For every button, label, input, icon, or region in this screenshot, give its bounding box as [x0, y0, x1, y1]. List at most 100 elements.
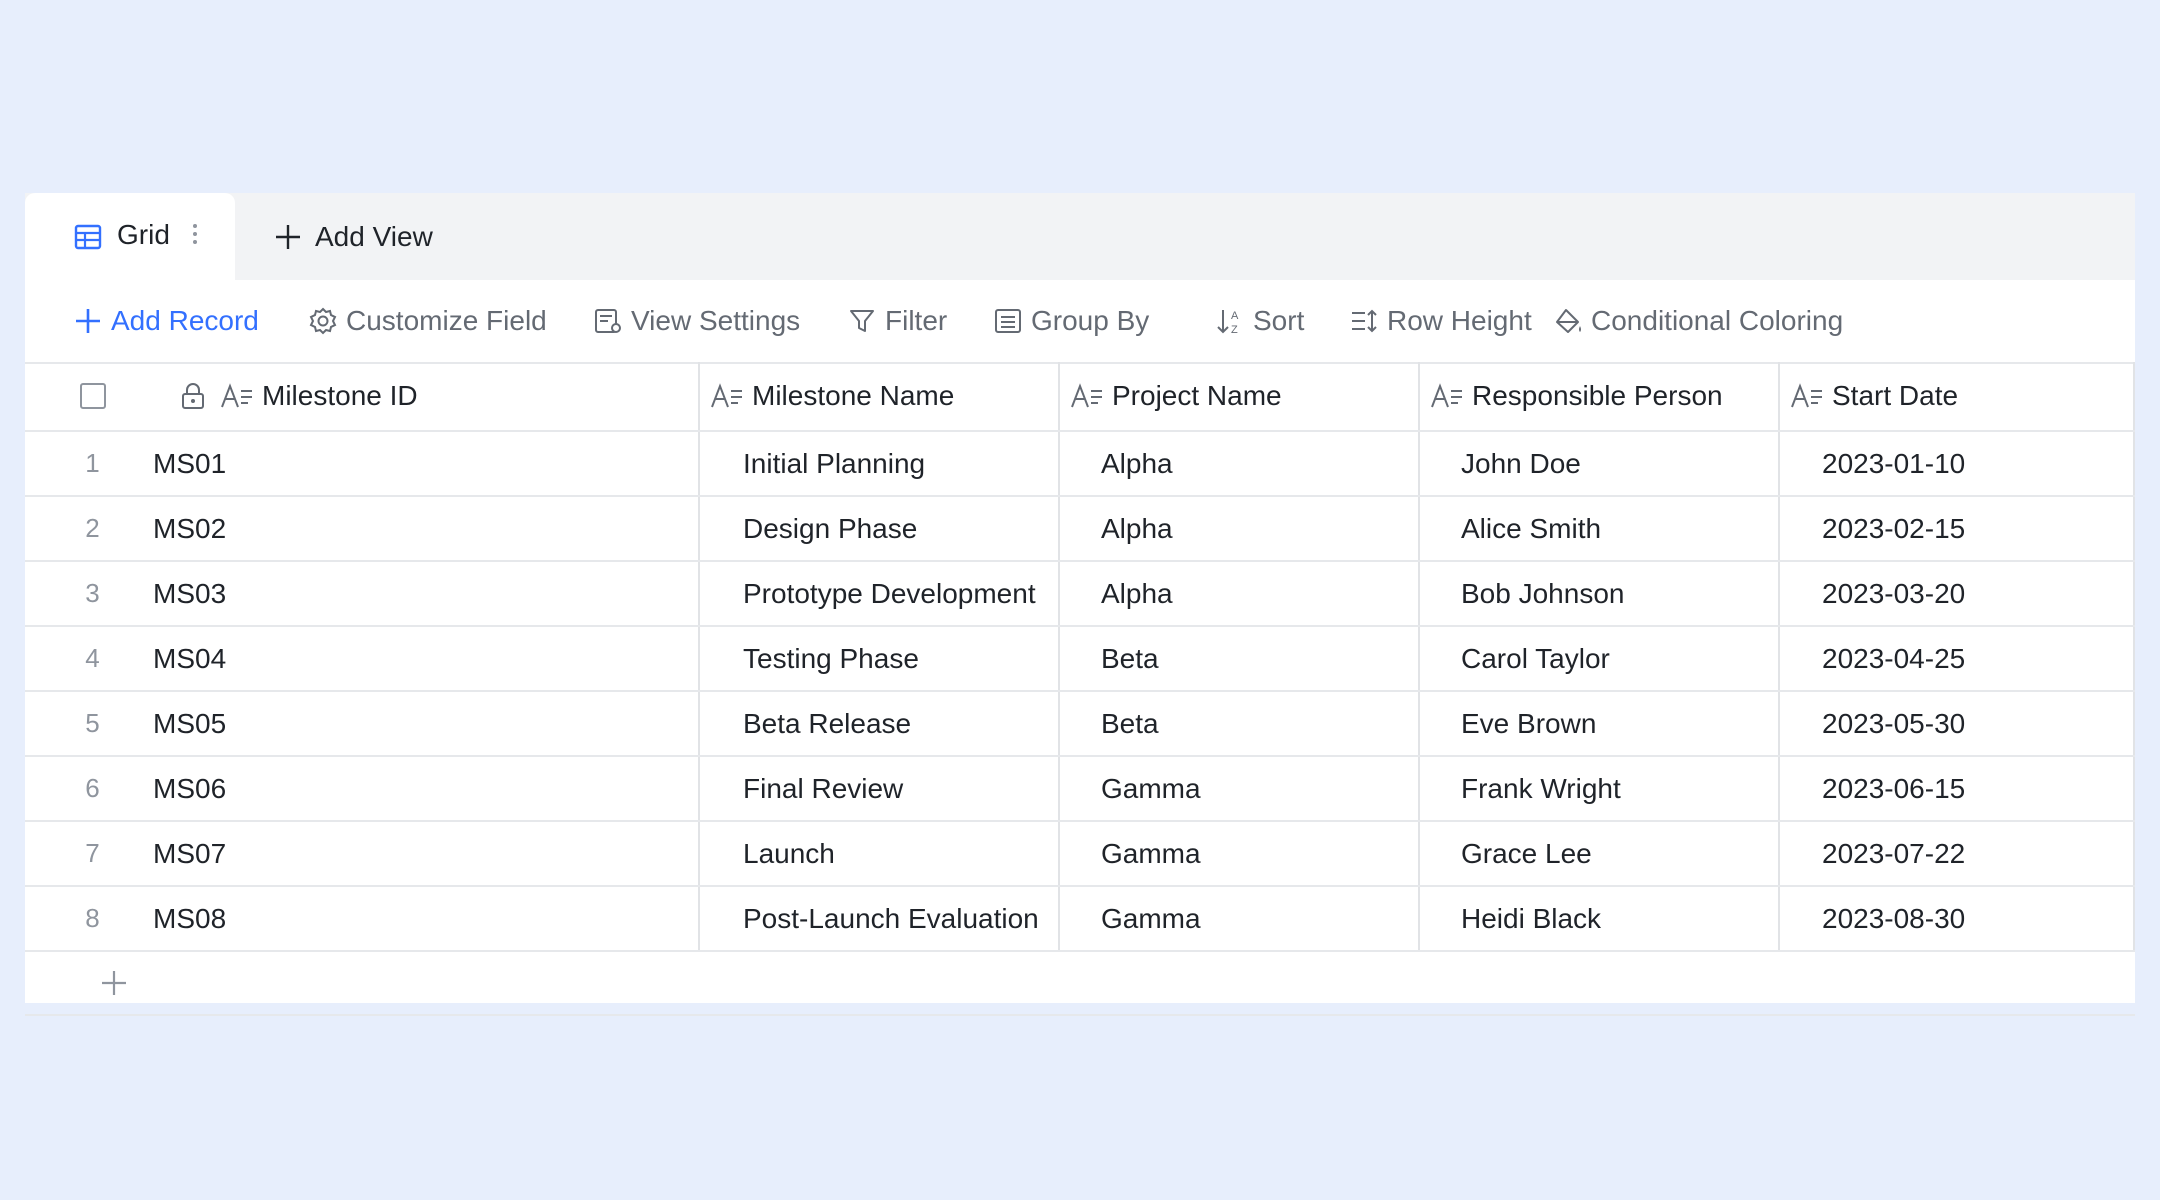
column-header-label: Responsible Person [1472, 380, 1723, 411]
row-number: 5 [85, 708, 100, 738]
add-view-button[interactable]: Add View [273, 217, 433, 257]
add-view-label: Add View [315, 221, 433, 252]
cell-start-date[interactable]: 2023-02-15 [1778, 497, 2135, 560]
toolbar: Add Record Customize Field View Settings… [25, 280, 2135, 364]
cell-start-date[interactable]: 2023-01-10 [1778, 432, 2135, 495]
table-row[interactable]: 7 MS07 Launch Gamma Grace Lee 2023-07-22 [25, 822, 2135, 887]
text-field-icon [1071, 383, 1102, 408]
cell-responsible-person[interactable]: Grace Lee [1418, 822, 1778, 885]
grid-view-panel: Grid Add View Add Record Customize Field… [25, 193, 2135, 1016]
table-row[interactable]: 6 MS06 Final Review Gamma Frank Wright 2… [25, 757, 2135, 822]
svg-text:Z: Z [1231, 324, 1238, 336]
add-record-label: Add Record [111, 305, 259, 336]
tab-grid-label: Grid [117, 219, 170, 250]
cell-milestone-id[interactable]: MS01 [153, 432, 698, 495]
paint-bucket-icon [1556, 309, 1581, 333]
text-field-icon [221, 383, 252, 408]
column-header-start-date[interactable]: Start Date [1778, 362, 2135, 430]
add-record-button[interactable]: Add Record [73, 302, 259, 340]
cell-milestone-name[interactable]: Prototype Development [698, 562, 1058, 625]
cell-start-date[interactable]: 2023-03-20 [1778, 562, 2135, 625]
conditional-coloring-button[interactable]: Conditional Coloring [1553, 302, 1843, 340]
grid-table-icon [74, 224, 102, 250]
conditional-coloring-label: Conditional Coloring [1591, 305, 1844, 336]
cell-milestone-id[interactable]: MS07 [153, 822, 698, 885]
cell-project-name[interactable]: Alpha [1058, 497, 1418, 560]
cell-start-date[interactable]: 2023-07-22 [1778, 822, 2135, 885]
row-number: 7 [85, 838, 100, 868]
cell-responsible-person[interactable]: Alice Smith [1418, 497, 1778, 560]
column-header-label: Milestone ID [262, 380, 418, 411]
row-height-label: Row Height [1387, 305, 1532, 336]
cell-responsible-person[interactable]: Carol Taylor [1418, 627, 1778, 690]
cell-milestone-name[interactable]: Design Phase [698, 497, 1058, 560]
cell-milestone-id[interactable]: MS02 [153, 497, 698, 560]
table-row[interactable]: 1 MS01 Initial Planning Alpha John Doe 2… [25, 432, 2135, 497]
cell-milestone-id[interactable]: MS06 [153, 757, 698, 820]
table-row[interactable]: 3 MS03 Prototype Development Alpha Bob J… [25, 562, 2135, 627]
svg-text:A: A [1231, 310, 1239, 322]
column-header-milestone-name[interactable]: Milestone Name [698, 362, 1058, 430]
row-height-icon [1352, 309, 1377, 333]
column-header-label: Start Date [1832, 380, 1959, 411]
cell-milestone-name[interactable]: Beta Release [698, 692, 1058, 755]
select-all-cell [25, 362, 160, 430]
row-number: 2 [85, 513, 100, 543]
cell-project-name[interactable]: Beta [1058, 692, 1418, 755]
filter-icon [850, 310, 874, 332]
row-number: 4 [85, 643, 100, 673]
cell-responsible-person[interactable]: John Doe [1418, 432, 1778, 495]
cell-milestone-id[interactable]: MS08 [153, 887, 698, 950]
column-header-label: Milestone Name [752, 380, 955, 411]
cell-responsible-person[interactable]: Eve Brown [1418, 692, 1778, 755]
column-header-project-name[interactable]: Project Name [1058, 362, 1418, 430]
filter-label: Filter [885, 305, 948, 336]
cell-milestone-name[interactable]: Initial Planning [698, 432, 1058, 495]
sort-button[interactable]: A Z Sort [1215, 302, 1304, 340]
row-height-button[interactable]: Row Height [1349, 302, 1532, 340]
table-header-row: Milestone ID Milestone Name Project Name… [25, 362, 2135, 432]
cell-milestone-id[interactable]: MS05 [153, 692, 698, 755]
cell-project-name[interactable]: Gamma [1058, 757, 1418, 820]
select-all-checkbox[interactable] [79, 383, 106, 409]
column-header-milestone-id[interactable]: Milestone ID [153, 362, 698, 430]
plus-icon [276, 225, 300, 249]
cell-responsible-person[interactable]: Heidi Black [1418, 887, 1778, 950]
row-number: 3 [85, 578, 100, 608]
tab-grid[interactable]: Grid [25, 193, 235, 280]
row-number: 6 [85, 773, 100, 803]
customize-field-button[interactable]: Customize Field [308, 302, 547, 340]
cell-project-name[interactable]: Alpha [1058, 562, 1418, 625]
cell-milestone-id[interactable]: MS03 [153, 562, 698, 625]
more-vertical-icon[interactable] [190, 219, 200, 249]
table-row[interactable]: 8 MS08 Post-Launch Evaluation Gamma Heid… [25, 887, 2135, 952]
cell-start-date[interactable]: 2023-08-30 [1778, 887, 2135, 950]
cell-responsible-person[interactable]: Bob Johnson [1418, 562, 1778, 625]
cell-start-date[interactable]: 2023-05-30 [1778, 692, 2135, 755]
view-settings-button[interactable]: View Settings [593, 302, 800, 340]
group-by-button[interactable]: Group By [993, 302, 1149, 340]
cell-milestone-name[interactable]: Post-Launch Evaluation [698, 887, 1058, 950]
column-header-responsible-person[interactable]: Responsible Person [1418, 362, 1778, 430]
cell-project-name[interactable]: Gamma [1058, 887, 1418, 950]
view-tab-bar: Grid Add View [25, 193, 2135, 280]
cell-start-date[interactable]: 2023-06-15 [1778, 757, 2135, 820]
table-row[interactable]: 4 MS04 Testing Phase Beta Carol Taylor 2… [25, 627, 2135, 692]
column-header-label: Project Name [1112, 380, 1282, 411]
cell-milestone-id[interactable]: MS04 [153, 627, 698, 690]
cell-milestone-name[interactable]: Testing Phase [698, 627, 1058, 690]
cell-start-date[interactable]: 2023-04-25 [1778, 627, 2135, 690]
filter-button[interactable]: Filter [847, 302, 947, 340]
row-number: 1 [85, 448, 100, 478]
cell-milestone-name[interactable]: Launch [698, 822, 1058, 885]
cell-project-name[interactable]: Gamma [1058, 822, 1418, 885]
add-row-plus-icon[interactable] [99, 968, 129, 998]
cell-project-name[interactable]: Beta [1058, 627, 1418, 690]
table-row[interactable]: 5 MS05 Beta Release Beta Eve Brown 2023-… [25, 692, 2135, 757]
cell-project-name[interactable]: Alpha [1058, 432, 1418, 495]
plus-icon [76, 309, 100, 333]
cell-milestone-name[interactable]: Final Review [698, 757, 1058, 820]
records-table: Milestone ID Milestone Name Project Name… [25, 362, 2135, 1016]
table-row[interactable]: 2 MS02 Design Phase Alpha Alice Smith 20… [25, 497, 2135, 562]
cell-responsible-person[interactable]: Frank Wright [1418, 757, 1778, 820]
